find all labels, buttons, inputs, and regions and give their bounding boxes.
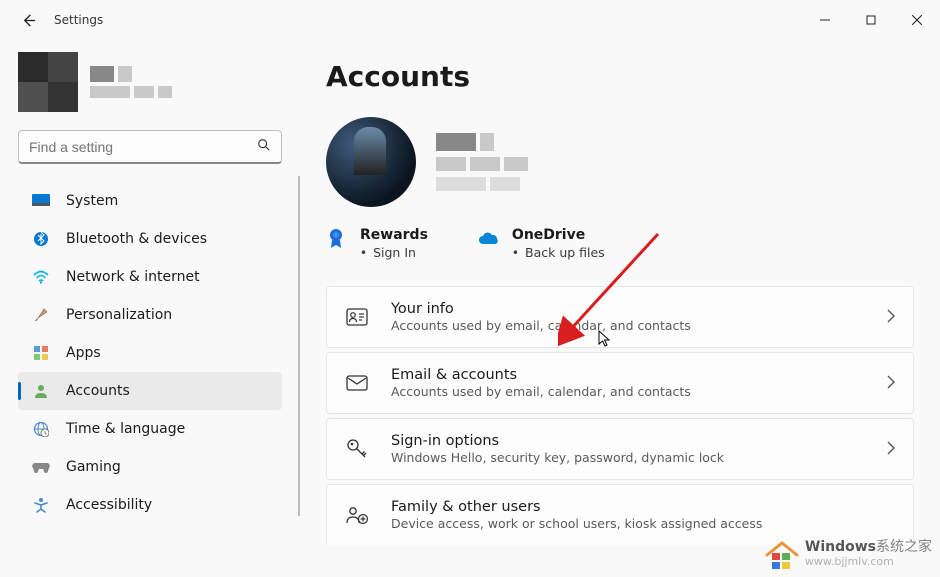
sidebar: System Bluetooth & devices Network & int…	[0, 40, 300, 577]
wifi-icon	[32, 268, 50, 286]
card-signin-options[interactable]: Sign-in options Windows Hello, security …	[326, 418, 914, 480]
accessibility-icon	[32, 496, 50, 514]
nav-item-accounts[interactable]: Accounts	[18, 372, 282, 410]
close-button[interactable]	[894, 4, 940, 36]
tile-sub: Sign In	[360, 245, 428, 260]
nav-label: Personalization	[66, 307, 172, 323]
nav-label: Apps	[66, 345, 101, 361]
card-email-accounts[interactable]: Email & accounts Accounts used by email,…	[326, 352, 914, 414]
card-sub: Windows Hello, security key, password, d…	[391, 450, 865, 465]
people-add-icon	[345, 503, 369, 527]
card-sub: Accounts used by email, calendar, and co…	[391, 384, 865, 399]
nav-item-time-language[interactable]: Time & language	[18, 410, 282, 448]
user-name-pixelated	[90, 66, 172, 98]
card-family-other-users[interactable]: Family & other users Device access, work…	[326, 484, 914, 545]
nav-list: System Bluetooth & devices Network & int…	[0, 176, 300, 524]
tile-sub: Back up files	[512, 245, 605, 260]
nav-item-gaming[interactable]: Gaming	[18, 448, 282, 486]
system-icon	[32, 192, 50, 210]
gamepad-icon	[32, 458, 50, 476]
back-button[interactable]	[20, 12, 36, 28]
content-pane: Accounts Rewards Sign In OneDrive	[300, 40, 940, 577]
account-avatar[interactable]	[326, 117, 416, 207]
nav-item-personalization[interactable]: Personalization	[18, 296, 282, 334]
nav-label: Network & internet	[66, 269, 200, 285]
user-profile-block[interactable]	[0, 52, 300, 122]
page-title: Accounts	[326, 60, 914, 93]
watermark-text: 系统之家	[876, 539, 932, 555]
card-title: Family & other users	[391, 499, 895, 515]
person-card-icon	[345, 305, 369, 329]
account-name-pixelated	[436, 133, 528, 191]
nav-label: System	[66, 193, 118, 209]
tile-onedrive[interactable]: OneDrive Back up files	[478, 227, 605, 260]
bluetooth-icon	[32, 230, 50, 248]
apps-icon	[32, 344, 50, 362]
watermark: Windows系统之家 www.bjjmlv.com	[763, 537, 932, 571]
watermark-url: www.bjjmlv.com	[805, 556, 932, 568]
card-title: Sign-in options	[391, 433, 865, 449]
watermark-logo-icon	[763, 537, 797, 571]
app-title: Settings	[54, 13, 103, 27]
mail-icon	[345, 371, 369, 395]
watermark-brand: Windows	[805, 539, 876, 555]
rewards-icon	[326, 229, 346, 249]
tile-title: OneDrive	[512, 227, 605, 243]
card-title: Email & accounts	[391, 367, 865, 383]
nav-item-apps[interactable]: Apps	[18, 334, 282, 372]
person-icon	[32, 382, 50, 400]
globe-clock-icon	[32, 420, 50, 438]
nav-label: Accounts	[66, 383, 130, 399]
nav-item-system[interactable]: System	[18, 182, 282, 220]
nav-label: Bluetooth & devices	[66, 231, 207, 247]
search-icon	[257, 138, 271, 156]
chevron-right-icon	[887, 374, 895, 393]
account-header	[326, 117, 914, 207]
nav-item-accessibility[interactable]: Accessibility	[18, 486, 282, 524]
minimize-button[interactable]	[802, 4, 848, 36]
tile-title: Rewards	[360, 227, 428, 243]
maximize-button[interactable]	[848, 4, 894, 36]
nav-label: Time & language	[66, 421, 185, 437]
onedrive-icon	[478, 229, 498, 249]
chevron-right-icon	[887, 440, 895, 459]
card-your-info[interactable]: Your info Accounts used by email, calend…	[326, 286, 914, 348]
window-controls	[802, 4, 940, 36]
card-sub: Accounts used by email, calendar, and co…	[391, 318, 865, 333]
card-sub: Device access, work or school users, kio…	[391, 516, 895, 531]
key-icon	[345, 437, 369, 461]
nav-item-bluetooth[interactable]: Bluetooth & devices	[18, 220, 282, 258]
search-input[interactable]	[29, 139, 257, 155]
settings-cards: Your info Accounts used by email, calend…	[326, 286, 914, 545]
nav-item-network[interactable]: Network & internet	[18, 258, 282, 296]
settings-search[interactable]	[18, 130, 282, 164]
titlebar: Settings	[0, 0, 940, 40]
tile-rewards[interactable]: Rewards Sign In	[326, 227, 428, 260]
chevron-right-icon	[887, 308, 895, 327]
nav-label: Accessibility	[66, 497, 152, 513]
nav-label: Gaming	[66, 459, 121, 475]
paintbrush-icon	[32, 306, 50, 324]
user-avatar-pixelated	[18, 52, 78, 112]
card-title: Your info	[391, 301, 865, 317]
